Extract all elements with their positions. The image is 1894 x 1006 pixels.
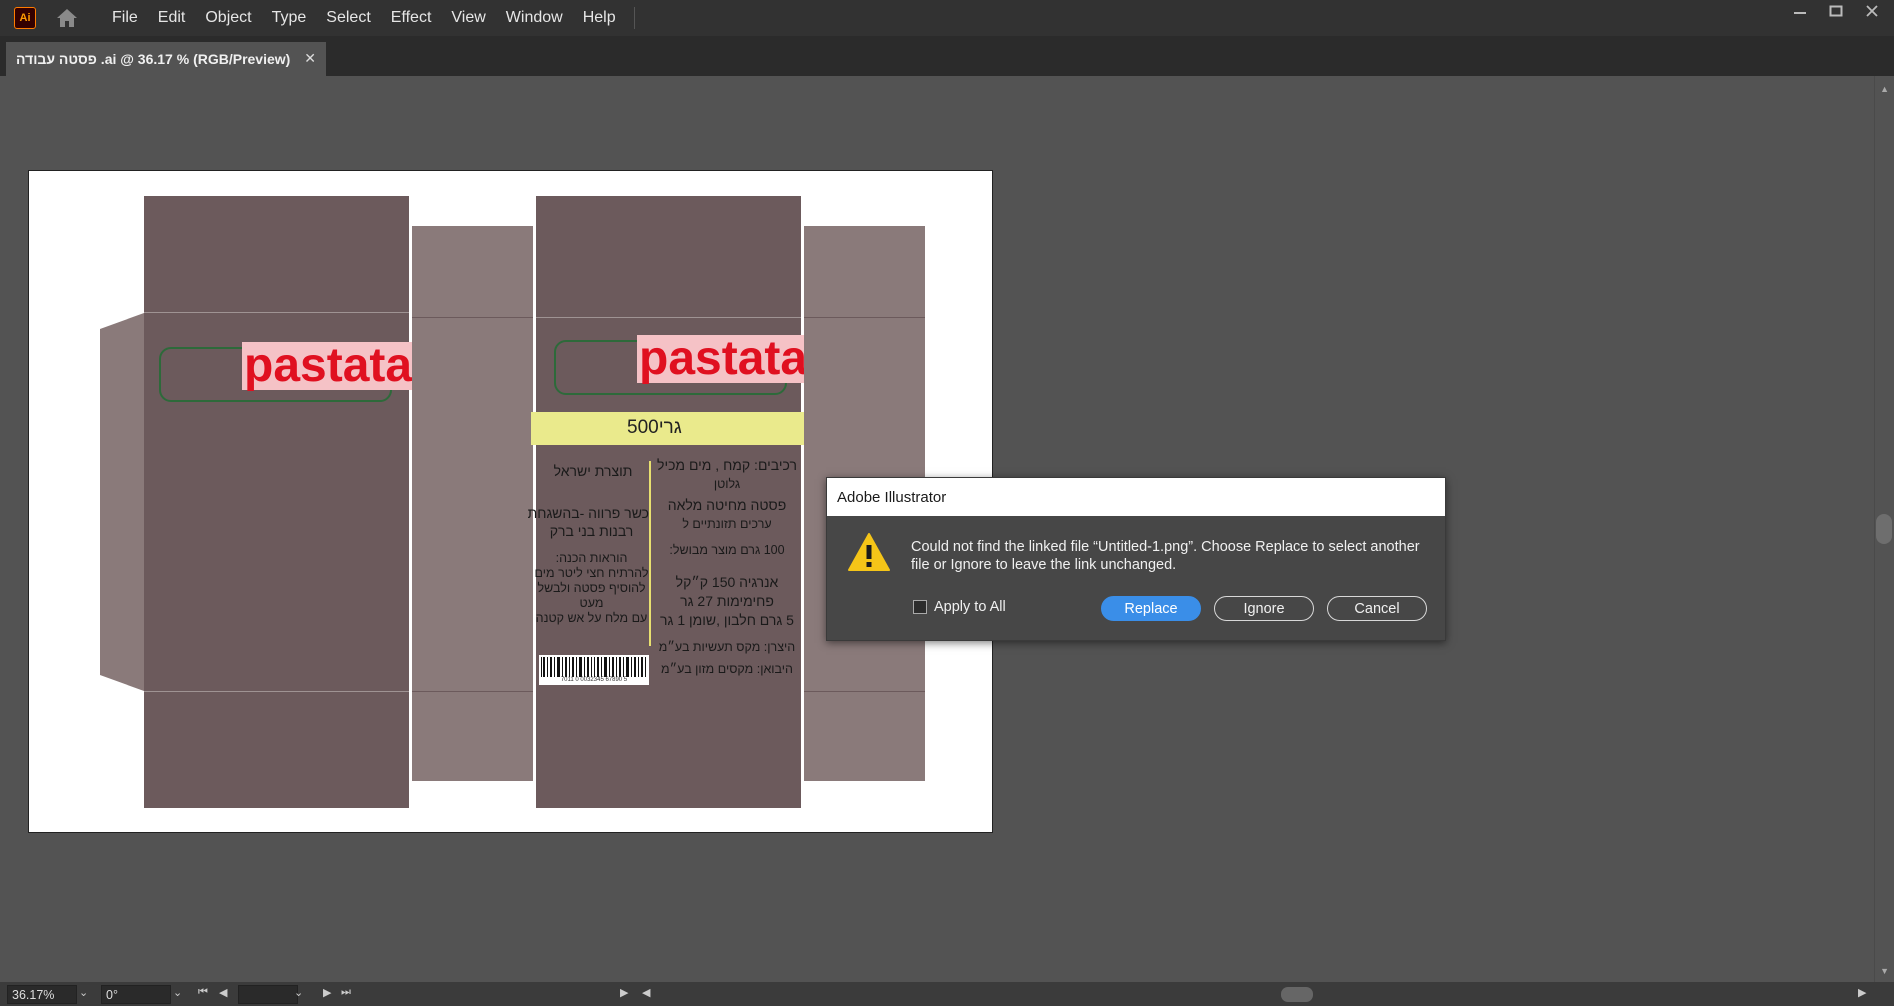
brand-logo-back[interactable]: pastata <box>242 342 415 390</box>
fold-line <box>804 317 925 318</box>
menu-effect[interactable]: Effect <box>381 0 442 36</box>
nutrition-line-3[interactable]: 5 גרם חלבון ,שומן 1 גר <box>657 611 797 630</box>
artboard-dropdown-icon[interactable]: ⌄ <box>294 986 303 999</box>
minimize-icon[interactable] <box>1782 0 1818 22</box>
instructions-line-5[interactable]: עם מלח על אש קטנה <box>534 611 649 626</box>
importer-label[interactable]: היבואן: מקסים מזון בע״מ <box>657 662 797 677</box>
box-side-panel-left[interactable] <box>412 226 533 781</box>
missing-link-dialog: Adobe Illustrator Could not find the lin… <box>826 477 1446 641</box>
glue-flap[interactable] <box>100 313 144 691</box>
vertical-scroll-thumb[interactable] <box>1876 514 1892 544</box>
previous-artboard-icon[interactable]: ◀ <box>219 986 227 999</box>
document-tab-bar: פסטה עבודה .ai @ 36.17 % (RGB/Preview) ✕ <box>0 36 1894 76</box>
menu-object[interactable]: Object <box>195 0 261 36</box>
ingredients-line-3[interactable]: פסטה מחיטה מלאה <box>657 496 797 515</box>
brand-logo-front[interactable]: pastata <box>637 335 810 383</box>
ingredients-line-1[interactable]: רכיבים: קמח , מים מכיל <box>657 456 797 475</box>
maximize-icon[interactable] <box>1818 0 1854 22</box>
menu-help[interactable]: Help <box>573 0 626 36</box>
menu-bar: Ai File Edit Object Type Select Effect V… <box>0 0 1894 36</box>
producer-label[interactable]: היצרן: מקס תעשיות בע״מ <box>657 640 797 655</box>
menu-view[interactable]: View <box>441 0 495 36</box>
divider-line <box>649 461 651 646</box>
zoom-dropdown-icon[interactable]: ⌄ <box>79 986 88 999</box>
instructions-line-3[interactable]: להוסיף פסטה ולבשל <box>534 581 649 596</box>
close-tab-icon[interactable]: ✕ <box>304 50 316 67</box>
scroll-left-icon[interactable]: ◀ <box>642 986 650 999</box>
instructions-line-4[interactable]: מעט <box>534 596 649 611</box>
fold-line <box>144 312 409 313</box>
menu-file[interactable]: File <box>102 0 148 36</box>
status-menu-icon[interactable]: ▶ <box>620 986 628 999</box>
ingredients-line-4[interactable]: ערכים תזונתיים ל <box>657 517 797 532</box>
kosher-line-1[interactable]: כשר פרווה -בהשגחת <box>528 504 649 523</box>
rotation-dropdown-icon[interactable]: ⌄ <box>173 986 182 999</box>
horizontal-scroll-thumb[interactable] <box>1281 987 1313 1002</box>
artboard-number-field[interactable] <box>238 985 298 1004</box>
rotation-field[interactable]: 0° <box>101 985 171 1004</box>
vertical-scrollbar[interactable]: ▲ ▼ <box>1874 76 1894 982</box>
menu-select[interactable]: Select <box>316 0 380 36</box>
fold-line <box>536 317 801 318</box>
home-icon[interactable] <box>54 5 80 31</box>
instructions-line-2[interactable]: להרתיח חצי ליטר מים <box>534 566 649 581</box>
nutrition-line-2[interactable]: פחימימות 27 גר <box>657 592 797 611</box>
ingredients-line-5[interactable]: 100 גרם מוצר מבושל: <box>657 543 797 558</box>
cancel-button[interactable]: Cancel <box>1327 596 1427 621</box>
fold-line <box>144 691 409 692</box>
scroll-up-icon[interactable]: ▲ <box>1880 84 1889 94</box>
scroll-right-icon[interactable]: ▶ <box>1858 986 1866 999</box>
fold-line <box>412 691 533 692</box>
menu-divider <box>633 7 635 29</box>
kosher-line-2[interactable]: רבנות בני ברק <box>534 522 649 541</box>
ignore-button[interactable]: Ignore <box>1214 596 1314 621</box>
zoom-field[interactable]: 36.17% <box>7 985 77 1004</box>
menu-edit[interactable]: Edit <box>148 0 196 36</box>
warning-icon <box>848 533 890 571</box>
next-artboard-icon[interactable]: ▶ <box>323 986 331 999</box>
made-in-label[interactable]: תוצרת ישראל <box>539 462 647 481</box>
instructions-line-1[interactable]: הוראות הכנה: <box>534 551 649 566</box>
apply-to-all-label[interactable]: Apply to All <box>934 599 1006 615</box>
weight-label[interactable]: 500גרי <box>627 417 682 439</box>
close-window-icon[interactable] <box>1854 0 1890 22</box>
illustrator-logo-icon: Ai <box>14 7 36 29</box>
box-back-panel[interactable] <box>144 196 409 808</box>
checkbox-box[interactable] <box>913 600 927 614</box>
replace-button[interactable]: Replace <box>1101 596 1201 621</box>
dialog-message: Could not find the linked file “Untitled… <box>911 539 1420 573</box>
dialog-title: Adobe Illustrator <box>837 488 947 506</box>
nutrition-line-1[interactable]: אנרגיה 150 ק״קל <box>657 573 797 592</box>
document-tab[interactable]: פסטה עבודה .ai @ 36.17 % (RGB/Preview) ✕ <box>6 42 326 76</box>
fold-line <box>804 691 925 692</box>
first-artboard-icon[interactable]: ⏮ <box>198 986 208 999</box>
fold-line <box>412 317 533 318</box>
barcode-digits: 7011 0 0032345 67890 5 <box>560 677 628 683</box>
apply-to-all-checkbox[interactable]: Apply to All <box>913 599 1006 615</box>
menu-window[interactable]: Window <box>496 0 573 36</box>
menu-type[interactable]: Type <box>262 0 317 36</box>
ingredients-line-2[interactable]: גלוטן <box>657 477 797 492</box>
last-artboard-icon[interactable]: ⏭ <box>341 986 351 999</box>
status-bar: 36.17% ⌄ 0° ⌄ ⏮ ◀ ⌄ ▶ ⏭ ▶ ◀ ▶ <box>0 982 1894 1006</box>
dialog-titlebar[interactable]: Adobe Illustrator <box>827 478 1445 516</box>
scroll-down-icon[interactable]: ▼ <box>1880 966 1889 976</box>
document-tab-title: פסטה עבודה .ai @ 36.17 % (RGB/Preview) <box>16 51 291 67</box>
